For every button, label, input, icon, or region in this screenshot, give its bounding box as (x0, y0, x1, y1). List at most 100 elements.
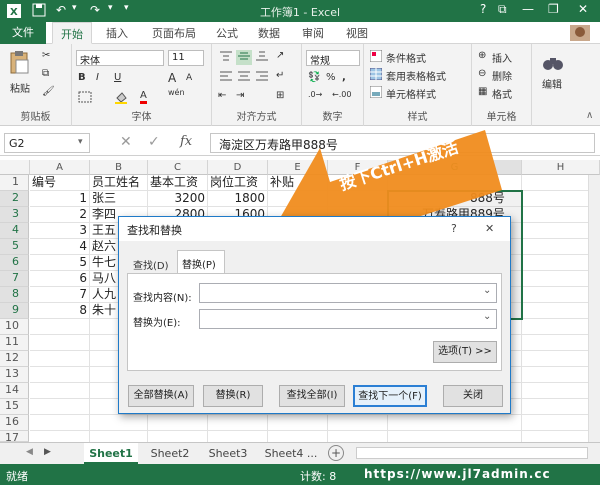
row-header[interactable]: 17 (0, 431, 29, 444)
orientation-icon[interactable]: ↗ (276, 50, 284, 61)
font-size-combo[interactable]: 11 (168, 50, 204, 66)
replace-button[interactable]: 替换(R) (203, 385, 263, 407)
cell[interactable]: 5 (30, 255, 87, 270)
cell[interactable]: 编号 (32, 175, 56, 190)
paste-icon[interactable] (8, 50, 30, 79)
ribbon-display-icon[interactable]: ⧉ (498, 2, 507, 17)
delete-cells-icon[interactable]: ⊖ (478, 68, 486, 79)
row-header[interactable]: 14 (0, 383, 29, 399)
minimize-button[interactable]: — (522, 2, 534, 16)
decrease-indent-icon[interactable]: ⇤ (218, 90, 226, 101)
close-dialog-button[interactable]: 关闭 (443, 385, 503, 407)
increase-decimal-icon[interactable]: .0→ (308, 90, 322, 99)
number-format-combo[interactable]: 常规 (306, 50, 360, 67)
tab-view[interactable]: 视图 (346, 25, 368, 41)
find-next-button[interactable]: 查找下一个(F) (353, 385, 427, 407)
cell[interactable]: 8 (30, 303, 87, 318)
row-header[interactable]: 3 (0, 207, 29, 223)
vertical-scrollbar[interactable] (588, 175, 600, 442)
editing-button[interactable]: 编辑 (542, 76, 562, 91)
row-header[interactable]: 1 (0, 175, 29, 191)
fill-color-icon[interactable] (114, 90, 128, 107)
redo-icon[interactable]: ↷ (90, 3, 100, 17)
add-sheet-button[interactable]: + (328, 445, 344, 461)
italic-button[interactable]: I (96, 72, 99, 83)
table-format-icon[interactable] (369, 67, 383, 83)
conditional-format-icon[interactable] (369, 49, 383, 65)
insert-cells-icon[interactable]: ⊕ (478, 50, 486, 61)
cell[interactable]: 3 (30, 223, 87, 238)
row-header[interactable]: 16 (0, 415, 29, 431)
currency-icon[interactable]: 💱 (308, 72, 320, 83)
find-all-button[interactable]: 查找全部(I) (279, 385, 345, 407)
customize-toolbar-icon[interactable]: ▾ (124, 3, 129, 13)
cell[interactable]: 6 (30, 271, 87, 286)
cell[interactable]: 牛七 (92, 255, 116, 270)
cancel-icon[interactable]: ✕ (120, 134, 132, 150)
find-input[interactable] (199, 283, 497, 303)
tab-data[interactable]: 数据 (258, 25, 280, 41)
bold-button[interactable]: B (78, 72, 86, 83)
cell[interactable]: 1 (30, 191, 87, 206)
shrink-font-button[interactable]: A (186, 73, 192, 83)
chevron-down-icon[interactable]: ▾ (108, 3, 113, 13)
sheet-tab-sheet4[interactable]: Sheet4 ... (258, 443, 324, 464)
align-top-icon[interactable] (218, 50, 234, 65)
increase-indent-icon[interactable]: ⇥ (236, 90, 244, 101)
cell[interactable]: 李四 (92, 207, 116, 222)
tab-review[interactable]: 审阅 (302, 25, 324, 41)
wrap-text-icon[interactable]: ↵ (276, 70, 284, 81)
help-button[interactable]: ? (480, 2, 486, 16)
cell[interactable]: 2 (30, 207, 87, 222)
row-header[interactable]: 4 (0, 223, 29, 239)
user-avatar-icon[interactable] (568, 23, 592, 46)
format-cells-button[interactable]: 格式 (492, 86, 512, 101)
cell[interactable]: 员工姓名 (92, 175, 140, 190)
options-button[interactable]: 选项(T) >> (433, 341, 497, 363)
horizontal-scrollbar[interactable] (356, 447, 588, 459)
dialog-help-button[interactable]: ? (451, 222, 457, 235)
sheet-tab-sheet1[interactable]: Sheet1 (84, 443, 138, 464)
row-header[interactable]: 2 (0, 191, 29, 207)
align-right-icon[interactable] (254, 70, 270, 85)
font-name-combo[interactable]: 宋体 (76, 50, 164, 67)
row-header[interactable]: 5 (0, 239, 29, 255)
row-header[interactable]: 6 (0, 255, 29, 271)
row-header[interactable]: 15 (0, 399, 29, 415)
name-box-dropdown-icon[interactable]: ▾ (78, 137, 83, 147)
grow-font-button[interactable]: A (168, 71, 176, 85)
undo-icon[interactable]: ↶ (56, 3, 66, 17)
format-painter-icon[interactable]: 🖌 (42, 86, 55, 97)
tab-find[interactable]: 查找(D) (127, 254, 175, 274)
tab-formulas[interactable]: 公式 (216, 25, 238, 41)
tab-home[interactable]: 开始 (52, 22, 92, 44)
row-header[interactable]: 8 (0, 287, 29, 303)
restore-button[interactable]: ❐ (548, 2, 559, 16)
find-binoculars-icon[interactable] (542, 54, 564, 75)
cell-styles-button[interactable]: 单元格样式 (386, 86, 436, 101)
sheet-tab-sheet2[interactable]: Sheet2 (142, 443, 198, 464)
percent-button[interactable]: % (326, 72, 336, 83)
select-all-corner[interactable] (0, 160, 30, 175)
row-header[interactable]: 10 (0, 319, 29, 335)
align-bottom-icon[interactable] (254, 50, 270, 65)
chevron-down-icon[interactable]: ⌄ (483, 311, 491, 322)
align-center-icon[interactable] (236, 70, 252, 85)
row-header[interactable]: 13 (0, 367, 29, 383)
font-color-button[interactable]: A (140, 90, 147, 104)
cell[interactable]: 朱十 (92, 303, 116, 318)
collapse-ribbon-icon[interactable]: ∧ (586, 110, 593, 121)
dialog-close-icon[interactable]: ✕ (485, 222, 494, 235)
cell[interactable]: 基本工资 (150, 175, 198, 190)
column-header[interactable]: C (148, 160, 208, 175)
align-left-icon[interactable] (218, 70, 234, 85)
tab-file[interactable]: 文件 (0, 22, 46, 44)
scroll-left-icon[interactable]: ◀ (26, 447, 33, 457)
row-header[interactable]: 9 (0, 303, 29, 319)
insert-cells-button[interactable]: 插入 (492, 50, 512, 65)
decrease-decimal-icon[interactable]: ←.00 (332, 90, 351, 99)
align-middle-icon[interactable] (236, 50, 252, 65)
row-header[interactable]: 7 (0, 271, 29, 287)
column-header[interactable]: A (30, 160, 90, 175)
copy-icon[interactable]: ⧉ (42, 68, 49, 79)
